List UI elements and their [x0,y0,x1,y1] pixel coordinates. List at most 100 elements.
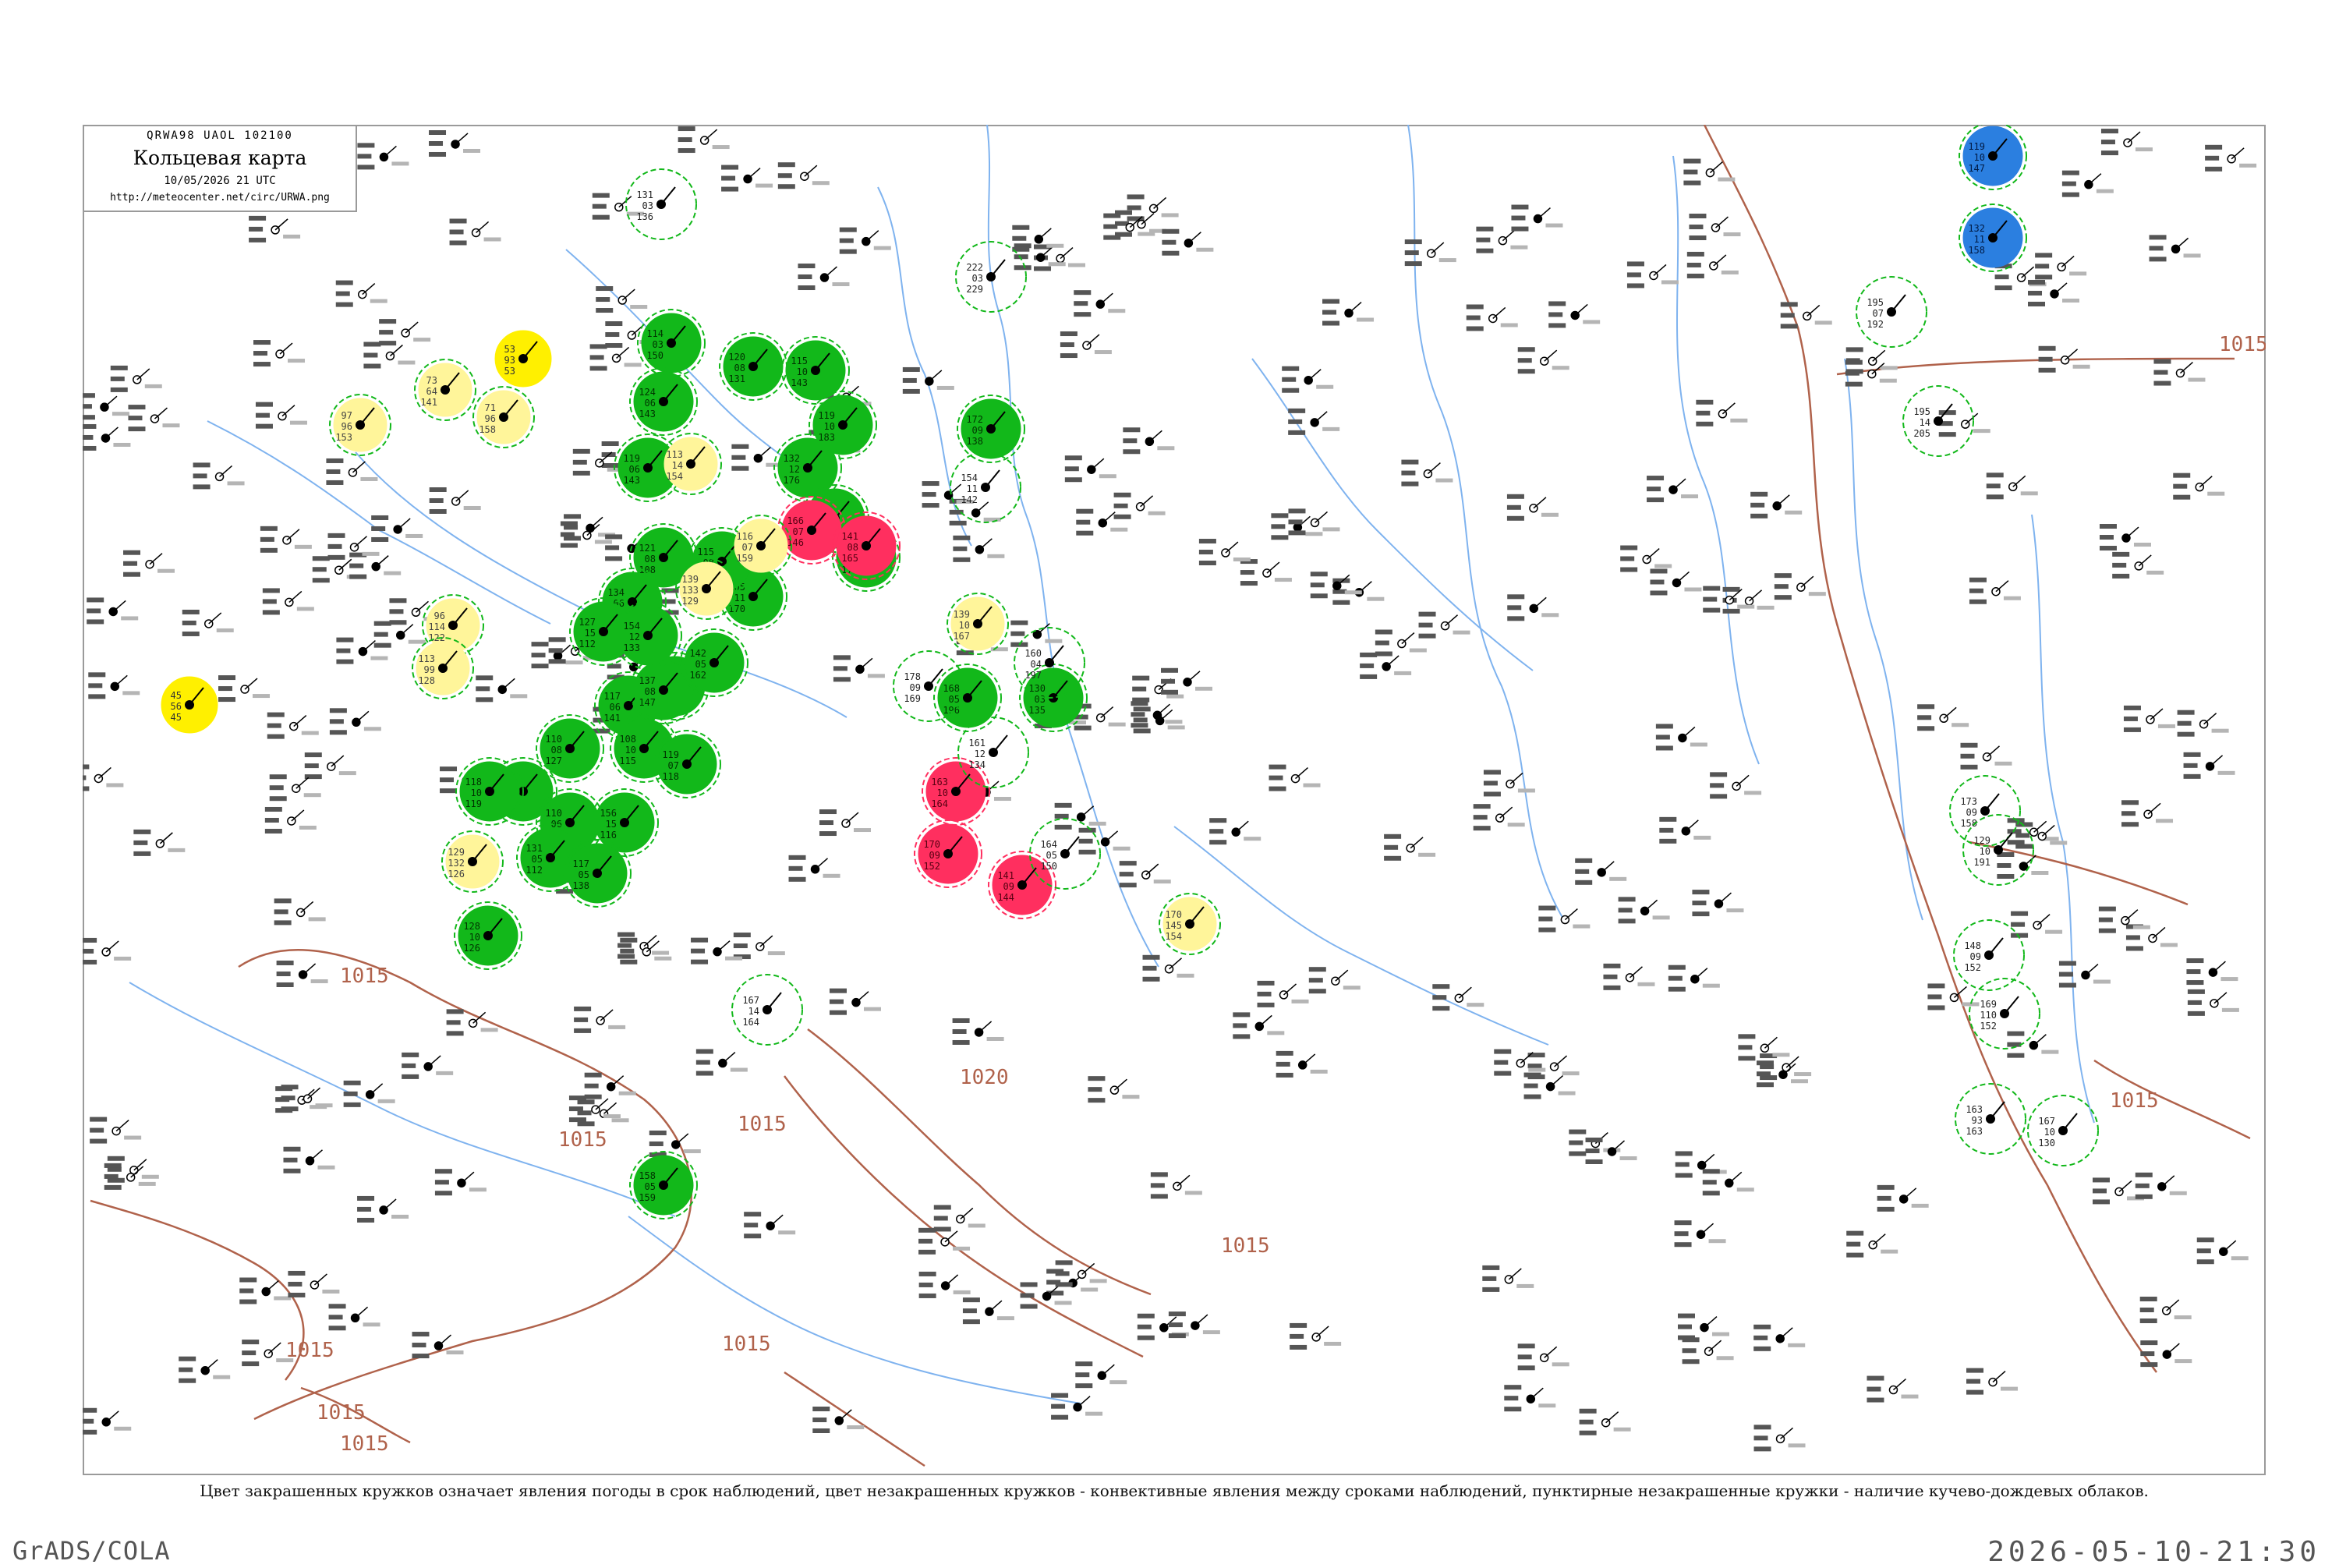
background-station [1753,1425,1806,1452]
station-green-marker: 15412133 [614,601,682,670]
station-pale-marker: 7364141 [414,359,476,421]
background-station [1655,724,1707,751]
station-pale-marker: 129132126 [441,830,504,893]
station-pale-marker: 9796153 [329,394,391,456]
station-value: 08 [551,745,562,756]
station-pale-marker: 11399128 [412,637,474,699]
background-station [1689,214,1741,241]
background-station [1618,897,1670,924]
river-line [877,186,972,547]
background-station [239,1277,292,1304]
background-station [253,340,306,367]
background-station [1168,1311,1220,1339]
background-station [379,319,431,346]
station-value: 05 [579,869,589,880]
station-ring-marker: 19507192 [1856,276,1927,348]
background-station [304,752,356,780]
station-value: 173 [1960,796,1977,807]
background-station [2205,144,2257,172]
station-value: 110 [545,808,562,819]
background-station [2139,1297,2192,1324]
station-value: 136 [636,211,653,222]
background-station [2140,1340,2192,1368]
station-value: 118 [662,771,679,782]
background-station [193,462,245,490]
background-station [255,402,307,429]
station-value: 165 [841,553,858,564]
station-value: 153 [335,432,352,443]
isobar-label: 1015 [722,1333,771,1356]
background-station [1162,228,1214,256]
station-value: 205 [1913,428,1930,439]
station-value: 164 [1040,839,1057,850]
background-station [2092,1177,2144,1205]
background-station [1198,539,1251,566]
background-station [962,1297,1014,1325]
background-station [1938,410,1990,437]
station-value: 167 [742,995,759,1006]
background-station [584,1072,636,1099]
isobar-line [784,1371,925,1467]
station-value: 134 [607,587,625,598]
station-value: 03 [642,200,653,211]
station-value: 135 [1028,705,1046,716]
background-station [1055,1260,1107,1287]
background-station [434,1169,487,1196]
station-value: 137 [639,675,656,686]
background-station [429,129,481,157]
background-station [218,675,271,703]
station-value: 119 [623,453,640,464]
station-value: 06 [645,398,656,409]
station-value: 172 [966,414,983,425]
background-station [1132,675,1184,703]
station-value: 138 [572,880,589,891]
station-value: 141 [997,870,1014,881]
background-station [1877,1184,1929,1212]
background-station [1404,239,1456,267]
station-ring-marker: 16714164 [731,974,803,1046]
source-url[interactable]: http://meteocenter.net/circ/URWA.png [84,192,356,204]
background-station [2007,818,2059,845]
isobar-label: 1015 [2219,333,2266,356]
background-station [182,609,234,636]
station-value: 64 [426,386,437,397]
station-value: 115 [619,756,636,766]
station-value: 08 [847,542,858,553]
station-green-marker: 16805196 [933,664,1002,732]
river-line [2031,514,2095,1124]
background-station [357,1195,409,1223]
background-station [88,672,140,699]
background-station [839,227,891,254]
background-station [1418,611,1470,639]
background-station [2028,279,2080,306]
station-value: 73 [426,375,437,386]
background-station [281,1085,333,1112]
station-value: 158 [1968,245,1985,256]
station-green-marker: 15805159 [629,1151,698,1219]
station-value: 197 [1024,670,1042,681]
background-station [1626,261,1679,288]
background-station [1675,1151,1727,1178]
station-value: 132 [1968,223,1985,234]
background-station [1051,1393,1103,1420]
background-station [336,637,388,664]
station-blue-marker: 13211158 [1959,204,2027,272]
background-station [2186,958,2238,986]
station-value: 110 [545,734,562,745]
station-green-marker: 12810126 [454,901,522,970]
background-station [2123,705,2175,732]
river-line [1173,826,1549,1046]
station-value: 158 [639,1170,656,1181]
station-pale-marker: 170145154 [1159,893,1221,955]
station-value: 09 [972,425,983,436]
station-value: 12 [789,464,800,475]
station-value: 10 [959,620,970,631]
station-ring-marker: 13103136 [625,168,697,240]
station-value: 150 [646,350,663,361]
station-value: 10 [2044,1127,2055,1138]
station-value: 97 [341,410,352,421]
background-station [1917,704,1969,731]
background-station [357,143,409,170]
background-station [363,342,416,369]
isobar-line [1703,125,2158,1373]
